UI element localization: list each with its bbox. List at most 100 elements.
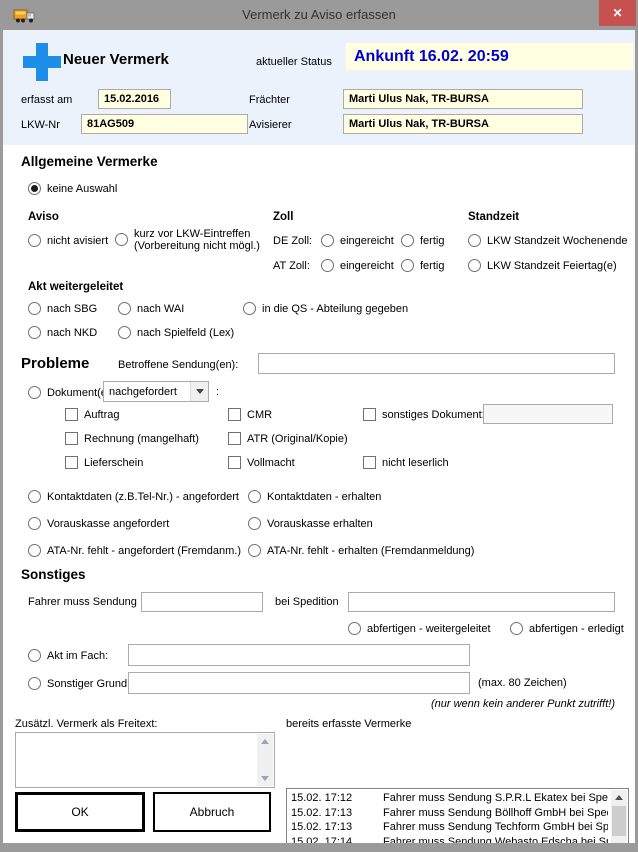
radio-dokumente[interactable]: Dokument(e) [28,386,111,399]
radio-label: fertig [420,235,444,247]
at-zoll-label: AT Zoll: [273,260,310,272]
avisierer-field[interactable]: Marti Ulus Nak, TR-BURSA [343,114,583,134]
checkbox-label: Rechnung (mangelhaft) [84,433,199,445]
radio-de-zoll-fertig[interactable]: fertig [401,234,444,247]
radio-circle [28,234,41,247]
radio-standzeit-wochenende[interactable]: LKW Standzeit Wochenende [468,234,627,247]
list-item[interactable]: 15.02. 17:14 Fahrer muss Sendung Webasto… [291,835,608,843]
radio-akt-im-fach[interactable]: Akt im Fach: [28,649,108,662]
radio-label: LKW Standzeit Wochenende [487,235,627,247]
list-item[interactable]: 15.02. 17:12 Fahrer muss Sendung S.P.R.L… [291,791,608,806]
radio-nach-nkd[interactable]: nach NKD [28,326,97,339]
scroll-up-icon[interactable] [257,734,273,749]
radio-kurz-vor-eintreffen[interactable]: kurz vor LKW-Eintreffen (Vorbereitung ni… [115,228,260,252]
aviso-heading: Aviso [28,211,59,223]
vermerke-list-label: bereits erfasste Vermerke [286,718,411,730]
radio-circle [468,234,481,247]
radio-sonstiger-grund[interactable]: Sonstiger Grund: [28,677,130,690]
scroll-up-icon[interactable] [611,790,627,805]
checkbox-lieferschein[interactable]: Lieferschein [65,456,143,469]
radio-label: fertig [420,260,444,272]
radio-circle [28,649,41,662]
erfasst-am-field[interactable]: 15.02.2016 [98,89,171,109]
radio-nach-wai[interactable]: nach WAI [118,302,184,315]
akt-im-fach-input[interactable] [128,644,470,666]
sonstiger-grund-input[interactable] [128,672,470,694]
radio-kontaktdaten-angefordert[interactable]: Kontaktdaten (z.B.Tel-Nr.) - angefordert [28,490,239,503]
dropdown-value: nachgefordert [104,386,190,398]
titlebar: Vermerk zu Aviso erfassen ✕ [0,0,638,30]
textarea-scrollbar[interactable] [257,734,273,786]
radio-circle [321,259,334,272]
spedition-input[interactable] [348,592,615,612]
lkw-nr-field[interactable]: 81AG509 [81,114,248,134]
radio-label: Vorauskasse erhalten [267,518,373,530]
cancel-button[interactable]: Abbruch [153,792,271,832]
radio-vorauskasse-erhalten[interactable]: Vorauskasse erhalten [248,517,373,530]
betroffene-sendung-input[interactable] [258,353,615,374]
list-item[interactable]: 15.02. 17:13 Fahrer muss Sendung Böllhof… [291,806,608,821]
erfasst-am-label: erfasst am [21,94,72,106]
fahrer-sendung-input[interactable] [141,592,263,612]
de-zoll-label: DE Zoll: [273,235,312,247]
checkbox-rechnung[interactable]: Rechnung (mangelhaft) [65,432,199,445]
radio-circle [401,234,414,247]
freitext-textarea[interactable] [15,732,275,788]
checkbox-auftrag[interactable]: Auftrag [65,408,119,421]
checkbox-atr[interactable]: ATR (Original/Kopie) [228,432,348,445]
radio-kontaktdaten-erhalten[interactable]: Kontaktdaten - erhalten [248,490,381,503]
freitext-label: Zusätzl. Vermerk als Freitext: [15,718,157,730]
checkbox-nicht-leserlich[interactable]: nicht leserlich [363,456,449,469]
radio-circle [28,490,41,503]
entry-time: 15.02. 17:14 [291,835,383,843]
radio-label: Kontaktdaten - erhalten [267,491,381,503]
radio-label: nach WAI [137,303,184,315]
radio-nach-sbg[interactable]: nach SBG [28,302,97,315]
radio-label: Kontaktdaten (z.B.Tel-Nr.) - angefordert [47,491,239,503]
sonstiges-dokument-input[interactable] [483,404,613,424]
radio-vorauskasse-angefordert[interactable]: Vorauskasse angefordert [28,517,169,530]
radio-at-zoll-eingereicht[interactable]: eingereicht [321,259,394,272]
radio-qs-abteilung[interactable]: in die QS - Abteilung gegeben [243,302,408,315]
radio-label: eingereicht [340,260,394,272]
checkbox-cmr[interactable]: CMR [228,408,272,421]
checkbox-box [228,432,241,445]
dialog-window: Vermerk zu Aviso erfassen ✕ Neuer Vermer… [0,0,638,852]
radio-abfertigen-erledigt[interactable]: abfertigen - erledigt [510,622,624,635]
checkbox-sonstiges-dokument[interactable]: sonstiges Dokument: [363,408,485,421]
radio-abfertigen-weitergeleitet[interactable]: abfertigen - weitergeleitet [348,622,491,635]
radio-de-zoll-eingereicht[interactable]: eingereicht [321,234,394,247]
entry-time: 15.02. 17:12 [291,791,383,806]
radio-label: LKW Standzeit Feiertag(e) [487,260,617,272]
vermerke-listbox[interactable]: 15.02. 17:12 Fahrer muss Sendung S.P.R.L… [286,788,629,843]
checkbox-box [363,456,376,469]
radio-label: ATA-Nr. fehlt - angefordert (Fremdanm.) [47,545,241,557]
radio-circle [321,234,334,247]
checkbox-label: CMR [247,409,272,421]
scroll-down-icon[interactable] [257,771,273,786]
status-label: aktueller Status [256,56,332,68]
close-button[interactable]: ✕ [599,0,636,26]
radio-ata-angefordert[interactable]: ATA-Nr. fehlt - angefordert (Fremdanm.) [28,544,241,557]
radio-nach-spielfeld[interactable]: nach Spielfeld (Lex) [118,326,234,339]
radio-keine-auswahl[interactable]: keine Auswahl [28,182,117,195]
radio-circle [401,259,414,272]
section-allgemeine-heading: Allgemeine Vermerke [21,154,158,169]
standzeit-heading: Standzeit [468,211,519,223]
scrollbar-thumb[interactable] [612,806,626,836]
radio-circle [243,302,256,315]
radio-label: Dokument(e) [47,387,111,399]
dokumente-status-dropdown[interactable]: nachgefordert [103,381,209,402]
checkbox-vollmacht[interactable]: Vollmacht [228,456,295,469]
radio-nicht-avisiert[interactable]: nicht avisiert [28,234,108,247]
radio-standzeit-feiertag[interactable]: LKW Standzeit Feiertag(e) [468,259,617,272]
entry-text: Fahrer muss Sendung Techform GmbH bei Sp… [383,820,608,835]
fraechter-field[interactable]: Marti Ulus Nak, TR-BURSA [343,89,583,109]
listbox-scrollbar[interactable] [611,790,627,843]
radio-ata-erhalten[interactable]: ATA-Nr. fehlt - erhalten (Fremdanmeldung… [248,544,474,557]
radio-at-zoll-fertig[interactable]: fertig [401,259,444,272]
list-item[interactable]: 15.02. 17:13 Fahrer muss Sendung Techfor… [291,820,608,835]
ok-button[interactable]: OK [15,792,145,832]
checkbox-label: Vollmacht [247,457,295,469]
radio-label: in die QS - Abteilung gegeben [262,303,408,315]
